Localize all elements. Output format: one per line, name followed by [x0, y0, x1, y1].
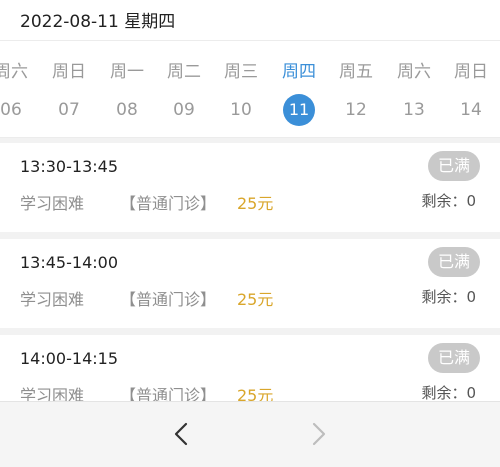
slot-title: 学习困难: [20, 290, 85, 309]
status-badge: 已满: [427, 247, 480, 277]
slot-type: 【普通门诊】: [120, 194, 217, 213]
day-column-selected[interactable]: 周四 11: [276, 41, 322, 137]
day-number: 07: [58, 100, 80, 120]
day-number: 13: [403, 100, 425, 120]
slot-price: 25元: [237, 194, 274, 213]
slot-remaining: 剩余：0: [421, 384, 476, 402]
day-number: 11: [283, 94, 315, 126]
slot-time: 13:45-14:00: [20, 253, 118, 272]
slot-card[interactable]: 13:45-14:00 学习困难 【普通门诊】 25元 已满 剩余：0: [0, 239, 500, 328]
next-button[interactable]: [300, 416, 336, 452]
weekday-label: 周三: [224, 62, 258, 82]
slot-price: 25元: [237, 290, 274, 309]
day-number: 10: [230, 100, 252, 120]
status-badge: 已满: [427, 343, 480, 373]
slot-card[interactable]: 13:30-13:45 学习困难 【普通门诊】 25元 已满 剩余：0: [0, 143, 500, 232]
slot-list: 13:30-13:45 学习困难 【普通门诊】 25元 已满 剩余：0 13:4…: [0, 143, 500, 431]
selected-date: 2022-08-11 星期四: [20, 12, 176, 32]
header-bar: 2022-08-11 星期四: [0, 0, 500, 40]
prev-button[interactable]: [164, 416, 200, 452]
day-number: 09: [173, 100, 195, 120]
chevron-left-icon: [174, 422, 188, 446]
slot-remaining: 剩余：0: [421, 192, 476, 210]
date-strip: 周六 06 周日 07 周一 08 周二 09 周三 10 周四 11 周五 1…: [0, 40, 500, 138]
day-column[interactable]: 周六 06: [0, 41, 34, 137]
slot-time: 13:30-13:45: [20, 157, 118, 176]
slot-time: 14:00-14:15: [20, 349, 118, 368]
day-number: 14: [460, 100, 482, 120]
day-column[interactable]: 周二 09: [161, 41, 207, 137]
day-number: 12: [345, 100, 367, 120]
weekday-label: 周日: [454, 62, 488, 82]
slot-remaining: 剩余：0: [421, 288, 476, 306]
chevron-right-icon: [312, 422, 326, 446]
day-column[interactable]: 周三 10: [218, 41, 264, 137]
day-number: 08: [116, 100, 138, 120]
day-column[interactable]: 周日 07: [46, 41, 92, 137]
weekday-label: 周日: [52, 62, 86, 82]
slot-type: 【普通门诊】: [120, 290, 217, 309]
bottom-nav-bar: [0, 401, 500, 467]
day-column[interactable]: 周六 13: [391, 41, 437, 137]
status-badge: 已满: [427, 151, 480, 181]
day-column[interactable]: 周日 14: [448, 41, 494, 137]
slot-title: 学习困难: [20, 194, 85, 213]
day-column[interactable]: 周一 08: [104, 41, 150, 137]
day-number: 06: [0, 100, 22, 120]
day-column[interactable]: 周五 12: [333, 41, 379, 137]
weekday-label: 周五: [339, 62, 373, 82]
